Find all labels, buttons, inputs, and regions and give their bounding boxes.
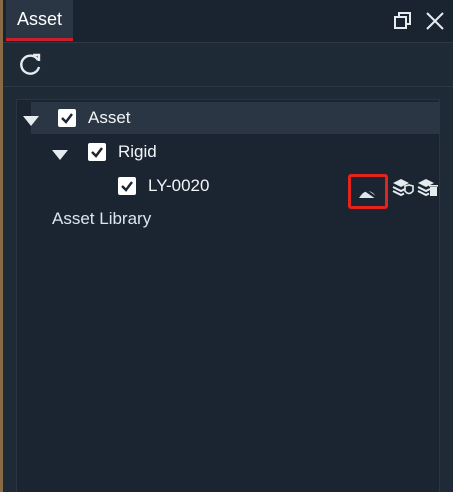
tab-bar: Asset (3, 0, 453, 43)
asset-library-link[interactable]: Asset Library (52, 209, 151, 229)
restore-icon[interactable] (392, 10, 414, 32)
caret-down-icon[interactable] (52, 147, 68, 160)
caret-down-icon[interactable] (23, 113, 39, 126)
checkbox-ly-0020[interactable] (118, 177, 136, 195)
tree-label-asset: Asset (88, 108, 131, 127)
tree-row-rigid[interactable]: Rigid (52, 136, 432, 168)
tree-label-ly-0020: LY-0020 (148, 176, 210, 195)
hide-icon[interactable] (348, 174, 388, 209)
tree-row-asset[interactable]: Asset (23, 102, 440, 134)
close-icon[interactable] (424, 10, 446, 32)
layers-delete-icon[interactable] (417, 178, 439, 198)
toolbar (3, 42, 453, 87)
checkbox-asset[interactable] (58, 109, 76, 127)
refresh-icon[interactable] (18, 51, 44, 77)
tab-asset[interactable]: Asset (6, 0, 73, 41)
checkbox-rigid[interactable] (88, 143, 106, 161)
tree-row-ly-0020[interactable]: LY-0020 (118, 170, 318, 202)
layers-shield-icon[interactable] (392, 178, 414, 198)
tree-label-rigid: Rigid (118, 142, 157, 161)
